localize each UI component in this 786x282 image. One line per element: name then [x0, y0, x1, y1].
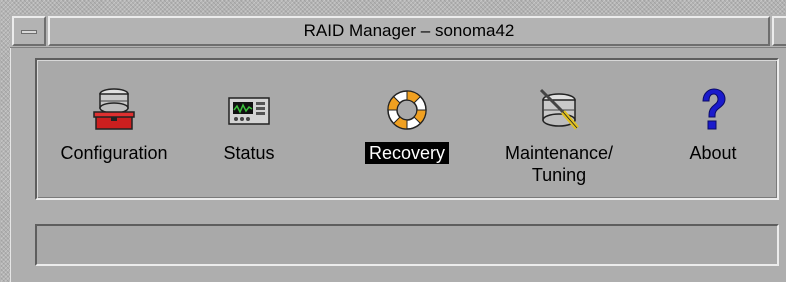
question-mark-icon	[702, 88, 726, 130]
status-button[interactable]: Status	[209, 86, 289, 164]
configuration-icon	[93, 88, 135, 130]
configuration-label: Configuration	[60, 143, 168, 163]
window-menu-icon	[21, 30, 37, 34]
about-label: About	[689, 143, 737, 163]
title-bar[interactable]: RAID Manager – sonoma42	[10, 14, 786, 48]
status-label: Status	[223, 143, 275, 163]
maintenance-tuning-button[interactable]: Maintenance/ Tuning	[489, 86, 629, 186]
recovery-button[interactable]: Recovery	[347, 86, 467, 164]
status-message-field	[35, 224, 779, 266]
status-monitor-icon	[228, 97, 270, 125]
toolbar: Configuration Status Recovery Maintenanc…	[35, 58, 779, 200]
window-title: RAID Manager – sonoma42	[48, 16, 770, 46]
recovery-label: Recovery	[364, 142, 450, 164]
window-maximize-button[interactable]	[772, 16, 786, 46]
maintenance-label-line2: Tuning	[531, 165, 587, 185]
maintenance-label-line1: Maintenance/	[504, 143, 614, 163]
maintenance-tuning-icon	[539, 88, 579, 130]
configuration-button[interactable]: Configuration	[49, 86, 179, 164]
about-button[interactable]: About	[673, 86, 753, 164]
life-ring-icon	[387, 90, 427, 130]
window-menu-button[interactable]	[12, 16, 46, 46]
